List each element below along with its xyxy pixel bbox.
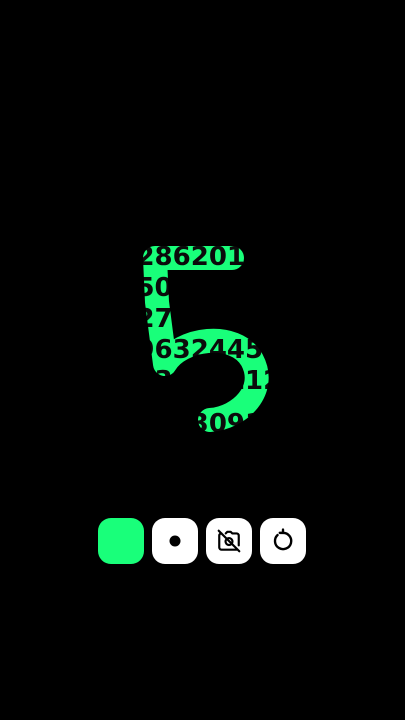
toolbar	[98, 518, 308, 564]
digit-row: 9216627129384	[46, 304, 281, 334]
reset-button[interactable]	[260, 518, 306, 564]
brush-size-button[interactable]	[152, 518, 198, 564]
brush-dot-icon	[168, 534, 182, 548]
digit-row: 2265304530916	[46, 409, 281, 439]
rotate-ccw-icon	[270, 528, 296, 554]
digit-row: 1116328620137	[46, 242, 281, 272]
color-picker-button[interactable]	[98, 518, 144, 564]
camera-toggle-button[interactable]	[206, 518, 252, 564]
drawing-canvas[interactable]: 1116328620137 4421250731456 921662712938…	[0, 0, 405, 720]
camera-off-icon	[216, 528, 242, 554]
digit-text-group: 1116328620137 4421250731456 921662712938…	[46, 242, 281, 439]
digit-mask-art: 1116328620137 4421250731456 921662712938…	[0, 0, 405, 720]
digit-row: 7741033885112	[46, 366, 281, 396]
digit-row: 8824096324450	[46, 335, 281, 365]
digit-row: 4421250731456	[46, 273, 281, 303]
